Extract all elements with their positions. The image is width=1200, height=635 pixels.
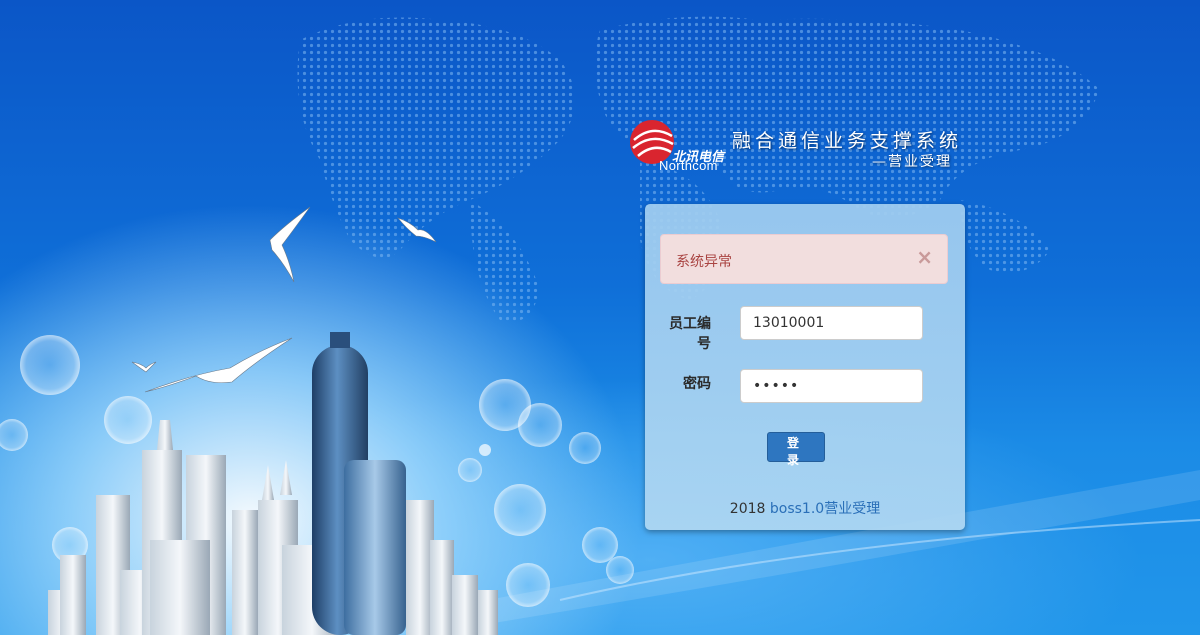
- footer: 2018 boss1.0营业受理: [645, 498, 965, 518]
- password-label: 密码: [683, 376, 711, 392]
- password-input[interactable]: [740, 369, 923, 403]
- footer-year: 2018: [729, 501, 766, 517]
- brand-logo-en: Northcom: [659, 158, 718, 173]
- city-skyline: [48, 332, 498, 635]
- error-alert: 系统异常 ×: [660, 234, 948, 284]
- brand-header: 北讯电信 Northcom 融合通信业务支撑系统 —营业受理: [628, 118, 968, 178]
- system-title: 融合通信业务支撑系统: [732, 130, 963, 152]
- close-icon[interactable]: ×: [916, 247, 933, 267]
- employee-id-label: 员工编号: [669, 316, 711, 352]
- footer-link[interactable]: boss1.0营业受理: [770, 501, 880, 517]
- login-button[interactable]: 登 录: [767, 432, 825, 467]
- login-panel: 系统异常 × 员工编号 密码 登 录 2018 boss1.0营业受理: [645, 204, 965, 530]
- employee-id-input[interactable]: [740, 306, 923, 340]
- alert-message: 系统异常: [676, 254, 732, 270]
- background-illustration: [0, 16, 1200, 635]
- system-subtitle: —营业受理: [872, 154, 952, 170]
